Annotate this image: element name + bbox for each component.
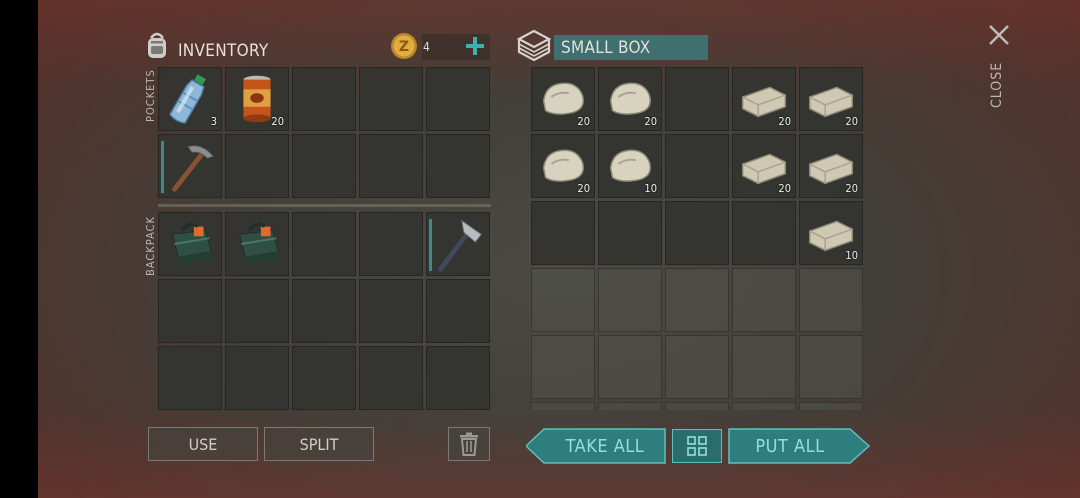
empty-slot[interactable] (426, 67, 490, 131)
pickaxe-icon (159, 135, 221, 197)
slot-stone-brick[interactable]: 20 (799, 67, 863, 131)
sort-button[interactable] (672, 429, 722, 463)
empty-slot[interactable] (359, 67, 423, 131)
empty-slot[interactable] (665, 402, 729, 410)
slot-first-aid-bag[interactable] (225, 212, 289, 276)
empty-slot[interactable] (799, 335, 863, 399)
empty-slot[interactable] (732, 402, 796, 410)
empty-slot[interactable] (598, 402, 662, 410)
hatchet-icon (427, 213, 489, 275)
slot-canned-food[interactable]: 20 (225, 67, 289, 131)
empty-slot[interactable] (158, 279, 222, 343)
svg-text:Z: Z (399, 39, 409, 55)
empty-slot[interactable] (799, 402, 863, 410)
empty-slot[interactable] (225, 134, 289, 198)
empty-slot[interactable] (292, 67, 356, 131)
first-aid-bag-icon (226, 213, 288, 275)
empty-slot[interactable] (732, 335, 796, 399)
empty-slot[interactable] (292, 279, 356, 343)
empty-slot[interactable] (531, 402, 595, 410)
empty-slot[interactable] (598, 201, 662, 265)
item-quantity: 20 (778, 182, 791, 195)
empty-slot[interactable] (426, 134, 490, 198)
use-button[interactable]: USE (148, 427, 258, 461)
slot-hatchet[interactable] (426, 212, 490, 276)
empty-slot[interactable] (292, 346, 356, 410)
item-quantity: 20 (577, 182, 590, 195)
game-screen: INVENTORY Z 4 POCKETS BACKPACK 3 20 SMALL… (38, 0, 1080, 498)
item-quantity: 20 (845, 115, 858, 128)
empty-slot[interactable] (531, 268, 595, 332)
slot-stone-brick[interactable]: 20 (732, 67, 796, 131)
split-button[interactable]: SPLIT (264, 427, 374, 461)
slot-stone-brick[interactable]: 20 (732, 134, 796, 198)
item-quantity: 20 (845, 182, 858, 195)
slot-stone-brick[interactable]: 10 (799, 201, 863, 265)
empty-slot[interactable] (359, 279, 423, 343)
empty-slot[interactable] (732, 201, 796, 265)
pockets-grid: 3 20 (158, 67, 490, 198)
take-all-button[interactable]: TAKE ALL (526, 428, 666, 464)
item-quantity: 20 (577, 115, 590, 128)
slot-stone[interactable]: 20 (531, 67, 595, 131)
close-label[interactable]: CLOSE (989, 62, 1005, 108)
trash-icon (460, 432, 478, 456)
empty-slot[interactable] (426, 279, 490, 343)
slot-stone[interactable]: 20 (598, 67, 662, 131)
add-coins-button[interactable] (464, 35, 486, 57)
empty-slot[interactable] (665, 268, 729, 332)
item-quantity: 10 (845, 249, 858, 262)
coin-icon: Z (390, 32, 418, 60)
empty-slot[interactable] (732, 268, 796, 332)
empty-slot[interactable] (292, 212, 356, 276)
empty-slot[interactable] (598, 335, 662, 399)
empty-slot[interactable] (158, 346, 222, 410)
box-icon (516, 28, 552, 62)
box-title: SMALL BOX (561, 38, 651, 58)
first-aid-bag-icon (159, 213, 221, 275)
item-quantity: 20 (271, 115, 284, 128)
slot-stone[interactable]: 10 (598, 134, 662, 198)
slot-water-bottle[interactable]: 3 (158, 67, 222, 131)
trash-button[interactable] (448, 427, 490, 461)
put-all-label: PUT ALL (755, 435, 825, 457)
empty-slot[interactable] (665, 335, 729, 399)
take-all-label: TAKE ALL (565, 435, 645, 457)
item-quantity: 20 (644, 115, 657, 128)
backpack-label: BACKPACK (144, 215, 157, 276)
grid-sort-icon (687, 436, 707, 456)
inventory-title: INVENTORY (178, 41, 269, 61)
slot-stone[interactable]: 20 (531, 134, 595, 198)
backpack-grid (158, 212, 490, 410)
divider (158, 204, 491, 207)
box-scroll-area[interactable]: 20 20 20 20 20 10 20 20 10 (531, 67, 864, 410)
coin-count: 4 (423, 40, 430, 54)
box-grid: 20 20 20 20 20 10 20 20 10 (531, 67, 863, 410)
empty-slot[interactable] (531, 335, 595, 399)
item-quantity: 20 (778, 115, 791, 128)
empty-slot[interactable] (426, 346, 490, 410)
empty-slot[interactable] (292, 134, 356, 198)
backpack-icon (142, 30, 172, 60)
slot-first-aid-bag[interactable] (158, 212, 222, 276)
put-all-button[interactable]: PUT ALL (728, 428, 870, 464)
empty-slot[interactable] (225, 279, 289, 343)
item-quantity: 10 (644, 182, 657, 195)
empty-slot[interactable] (359, 346, 423, 410)
empty-slot[interactable] (799, 268, 863, 332)
empty-slot[interactable] (665, 67, 729, 131)
slot-pickaxe[interactable] (158, 134, 222, 198)
empty-slot[interactable] (225, 346, 289, 410)
slot-stone-brick[interactable]: 20 (799, 134, 863, 198)
empty-slot[interactable] (665, 201, 729, 265)
close-icon[interactable] (986, 22, 1012, 48)
empty-slot[interactable] (359, 212, 423, 276)
empty-slot[interactable] (665, 134, 729, 198)
empty-slot[interactable] (359, 134, 423, 198)
pockets-label: POCKETS (144, 69, 157, 122)
empty-slot[interactable] (531, 201, 595, 265)
item-quantity: 3 (210, 115, 217, 128)
empty-slot[interactable] (598, 268, 662, 332)
